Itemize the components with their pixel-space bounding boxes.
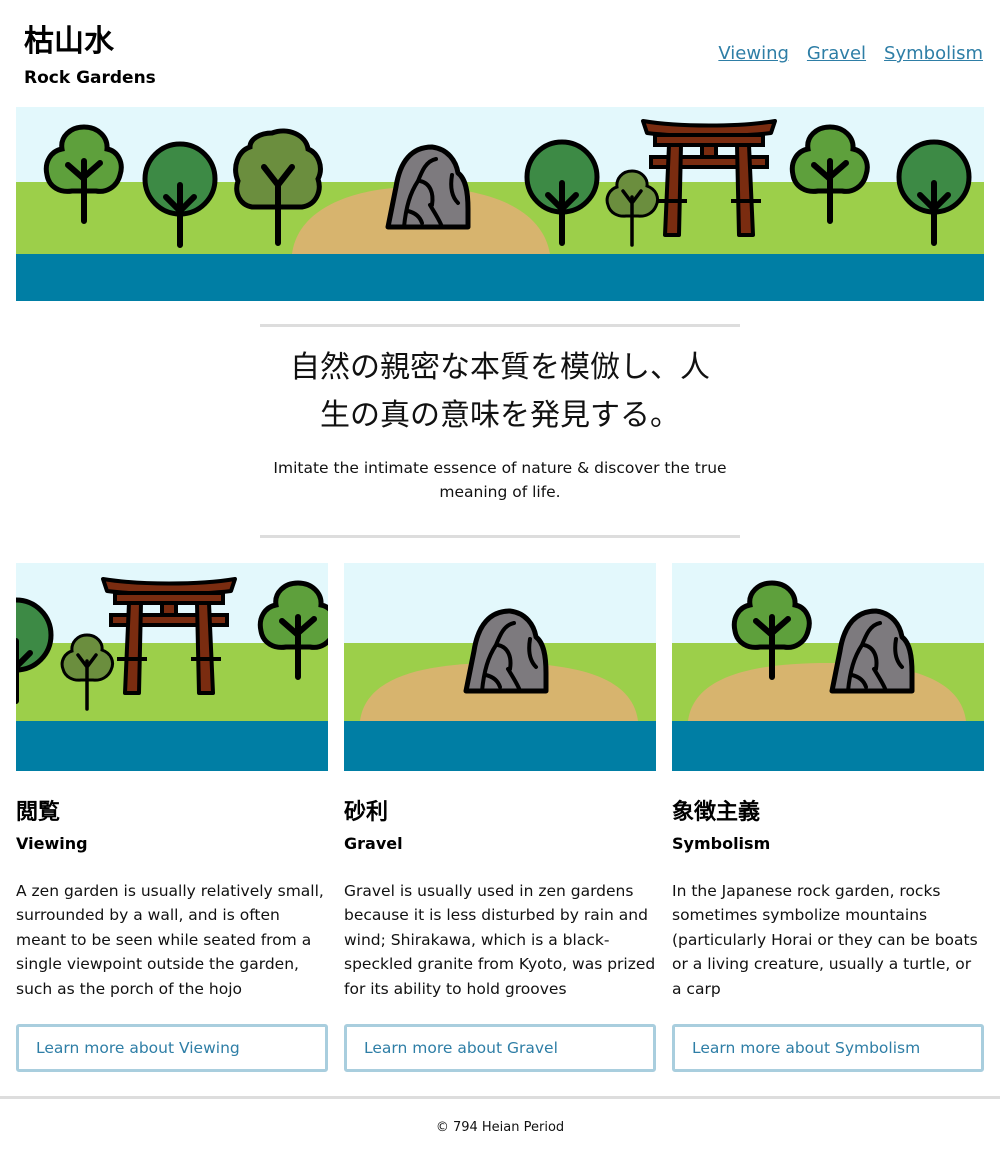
- footer-copyright: © 794 Heian Period: [435, 1120, 565, 1135]
- hero-banner: [16, 107, 984, 301]
- card-description: In the Japanese rock garden, rocks somet…: [672, 882, 978, 998]
- tagline-jp: 自然の親密な本質を模倣し、人 生の真の意味を発見する。: [260, 344, 740, 440]
- main-nav: Viewing Gravel Symbolism: [718, 42, 983, 66]
- card-viewing: 閲覧 Viewing A zen garden is usually relat…: [16, 563, 328, 1073]
- card-image-symbolism: [672, 563, 984, 771]
- learn-more-gravel-button[interactable]: Learn more about Gravel: [344, 1024, 656, 1072]
- hero-illustration: [16, 107, 984, 301]
- card-image-gravel: [344, 563, 656, 771]
- learn-more-viewing-button[interactable]: Learn more about Viewing: [16, 1024, 328, 1072]
- nav-link-viewing[interactable]: Viewing: [718, 42, 789, 66]
- card-title-jp: 象徴主義: [672, 800, 761, 825]
- divider: [260, 324, 740, 327]
- gravel-illustration: [344, 563, 656, 771]
- card-description: Gravel is usually used in zen gardens be…: [344, 882, 656, 998]
- learn-more-symbolism-button[interactable]: Learn more about Symbolism: [672, 1024, 984, 1072]
- viewing-illustration: [16, 563, 328, 771]
- site-title-jp: 枯山水: [24, 24, 114, 59]
- symbolism-illustration: [672, 563, 984, 771]
- card-title-en: Viewing: [16, 834, 88, 853]
- card-title-jp: 閲覧: [16, 800, 61, 825]
- card-description: A zen garden is usually relatively small…: [16, 882, 324, 998]
- nav-link-gravel[interactable]: Gravel: [807, 42, 866, 66]
- site-header: 枯山水 Rock Gardens Viewing Gravel Symbolis…: [0, 0, 1000, 100]
- card-title-en: Gravel: [344, 834, 403, 853]
- card-title-en: Symbolism: [672, 834, 771, 853]
- divider: [260, 535, 740, 538]
- card-image-viewing: [16, 563, 328, 771]
- tagline-jp-line1: 自然の親密な本質を模倣し、人: [290, 350, 710, 385]
- card-symbolism: 象徴主義 Symbolism In the Japanese rock gard…: [672, 563, 984, 1073]
- intro-section: 自然の親密な本質を模倣し、人 生の真の意味を発見する。 Imitate the …: [260, 324, 740, 540]
- tagline-en: Imitate the intimate essence of nature &…: [273, 459, 727, 501]
- site-title-en: Rock Gardens: [24, 68, 156, 88]
- nav-link-symbolism[interactable]: Symbolism: [884, 42, 983, 66]
- card-gravel: 砂利 Gravel Gravel is usually used in zen …: [344, 563, 656, 1073]
- footer-divider: [0, 1096, 1000, 1099]
- card-title-jp: 砂利: [344, 800, 389, 825]
- tagline-jp-line2: 生の真の意味を発見する。: [320, 398, 680, 433]
